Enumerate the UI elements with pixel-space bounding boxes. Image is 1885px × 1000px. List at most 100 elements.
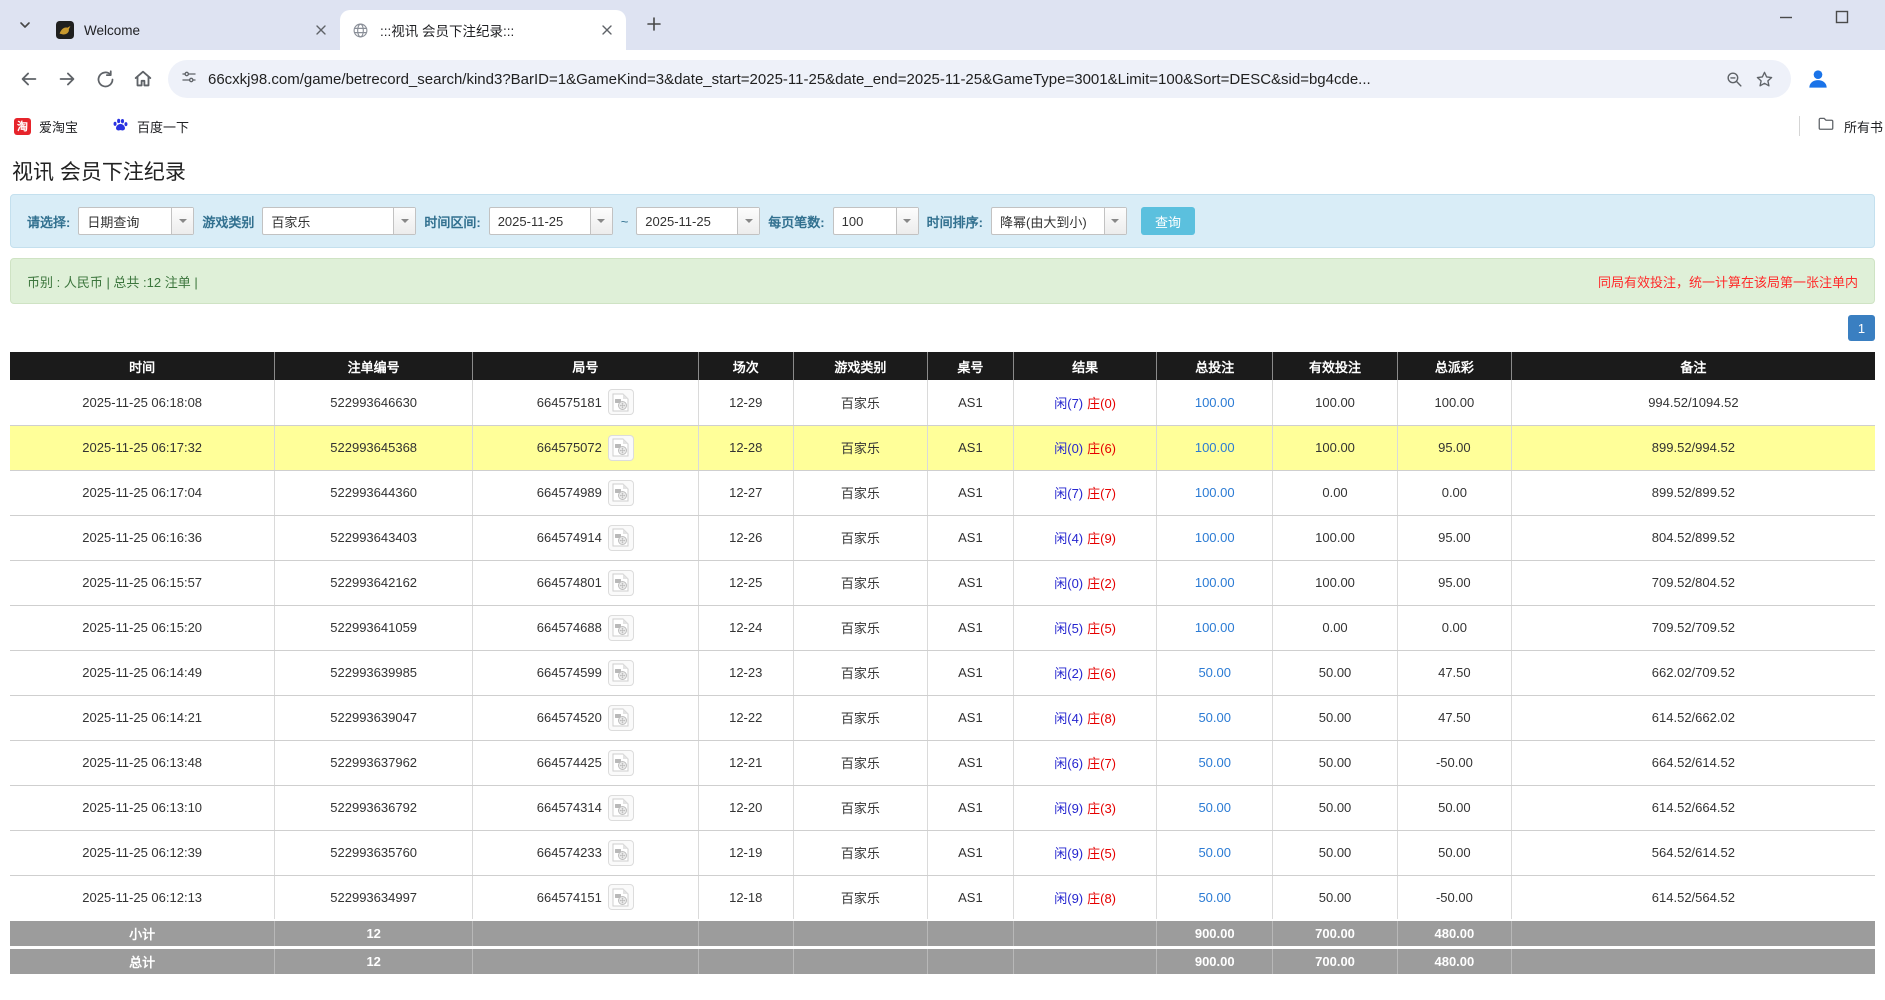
cell-game: 百家乐 bbox=[793, 740, 927, 785]
chevron-down-icon[interactable] bbox=[737, 208, 759, 234]
chevron-down-icon[interactable] bbox=[171, 208, 193, 234]
table-row: 2025-11-25 06:15:20522993641059664574688… bbox=[10, 605, 1875, 650]
chevron-down-icon[interactable] bbox=[393, 208, 415, 234]
query-type-select[interactable]: 日期查询 bbox=[78, 207, 194, 235]
video-replay-icon[interactable] bbox=[608, 480, 634, 506]
total-bet-link[interactable]: 100.00 bbox=[1195, 575, 1235, 590]
game-kind-select[interactable]: 百家乐 bbox=[262, 207, 416, 235]
folder-icon bbox=[1817, 115, 1835, 138]
maximize-button[interactable] bbox=[1835, 10, 1849, 29]
video-replay-icon[interactable] bbox=[608, 570, 634, 596]
video-replay-icon[interactable] bbox=[608, 435, 634, 461]
total-bet-link[interactable]: 100.00 bbox=[1195, 440, 1235, 455]
summary-empty-cell bbox=[698, 920, 793, 947]
close-icon[interactable] bbox=[598, 21, 616, 39]
all-bookmarks[interactable]: 所有书 bbox=[1799, 108, 1885, 144]
cell-bet-id: 522993644360 bbox=[275, 470, 473, 515]
total-bet-link[interactable]: 50.00 bbox=[1198, 845, 1231, 860]
video-replay-icon[interactable] bbox=[608, 389, 634, 415]
total-bet-link[interactable]: 100.00 bbox=[1195, 485, 1235, 500]
total-bet-link[interactable]: 50.00 bbox=[1198, 800, 1231, 815]
total-bet-link[interactable]: 50.00 bbox=[1198, 890, 1231, 905]
cell-result: 闲(7)庄(7) bbox=[1013, 470, 1157, 515]
url-text[interactable]: 66cxkj98.com/game/betrecord_search/kind3… bbox=[208, 71, 1719, 88]
bookmark-baidu[interactable]: 百度一下 bbox=[112, 117, 189, 136]
cell-time: 2025-11-25 06:16:36 bbox=[10, 515, 275, 560]
video-replay-icon[interactable] bbox=[608, 705, 634, 731]
tab-search-button[interactable] bbox=[10, 12, 40, 42]
player-result: 闲(7) bbox=[1054, 396, 1083, 411]
cell-round-id: 664574599 bbox=[473, 650, 699, 695]
chevron-down-icon[interactable] bbox=[1104, 208, 1126, 234]
cell-bet-id: 522993634997 bbox=[275, 875, 473, 920]
cell-total-bet: 50.00 bbox=[1157, 785, 1273, 830]
cell-total-bet: 50.00 bbox=[1157, 875, 1273, 920]
cell-total-bet: 100.00 bbox=[1157, 470, 1273, 515]
window-controls bbox=[1779, 10, 1849, 29]
summary-empty-cell bbox=[473, 947, 699, 974]
banker-result: 庄(2) bbox=[1087, 576, 1116, 591]
tab-betrecord[interactable]: :::视讯 会员下注纪录::: bbox=[340, 10, 626, 50]
chevron-down-icon[interactable] bbox=[590, 208, 612, 234]
date-start-select[interactable]: 2025-11-25 bbox=[489, 207, 613, 235]
back-button[interactable] bbox=[10, 60, 48, 98]
forward-button[interactable] bbox=[48, 60, 86, 98]
zoom-icon[interactable] bbox=[1719, 64, 1749, 94]
cell-remark: 804.52/899.52 bbox=[1511, 515, 1875, 560]
close-icon[interactable] bbox=[312, 21, 330, 39]
total-bet-link[interactable]: 50.00 bbox=[1198, 710, 1231, 725]
date-end-select[interactable]: 2025-11-25 bbox=[636, 207, 760, 235]
cell-bet-id: 522993642162 bbox=[275, 560, 473, 605]
cell-valid-bet: 100.00 bbox=[1273, 425, 1398, 470]
summary-count: 12 bbox=[275, 920, 473, 947]
video-replay-icon[interactable] bbox=[608, 525, 634, 551]
per-page-select[interactable]: 100 bbox=[833, 207, 919, 235]
currency-total-text: 币别 : 人民币 | 总共 :12 注单 | bbox=[27, 272, 198, 291]
total-bet-link[interactable]: 100.00 bbox=[1195, 530, 1235, 545]
video-replay-icon[interactable] bbox=[608, 884, 634, 910]
sort-select[interactable]: 降幂(由大到小) bbox=[991, 207, 1127, 235]
cell-game: 百家乐 bbox=[793, 605, 927, 650]
player-result: 闲(2) bbox=[1054, 666, 1083, 681]
cell-time: 2025-11-25 06:18:08 bbox=[10, 380, 275, 425]
cell-result: 闲(2)庄(6) bbox=[1013, 650, 1157, 695]
search-button[interactable]: 查询 bbox=[1141, 207, 1195, 235]
chevron-down-icon[interactable] bbox=[896, 208, 918, 234]
cell-valid-bet: 100.00 bbox=[1273, 515, 1398, 560]
cell-session: 12-19 bbox=[698, 830, 793, 875]
cell-result: 闲(9)庄(5) bbox=[1013, 830, 1157, 875]
cell-valid-bet: 50.00 bbox=[1273, 650, 1398, 695]
total-bet-link[interactable]: 100.00 bbox=[1195, 620, 1235, 635]
round-number: 664574520 bbox=[537, 710, 602, 725]
column-header: 备注 bbox=[1511, 352, 1875, 380]
bookmark-star-icon[interactable] bbox=[1749, 64, 1779, 94]
total-bet-link[interactable]: 100.00 bbox=[1195, 395, 1235, 410]
round-number: 664575181 bbox=[537, 395, 602, 410]
summary-valid-bet: 700.00 bbox=[1273, 920, 1398, 947]
video-replay-icon[interactable] bbox=[608, 660, 634, 686]
cell-session: 12-24 bbox=[698, 605, 793, 650]
video-replay-icon[interactable] bbox=[608, 750, 634, 776]
minimize-button[interactable] bbox=[1779, 10, 1793, 29]
tilde-separator: ~ bbox=[621, 214, 629, 229]
cell-round-id: 664574233 bbox=[473, 830, 699, 875]
site-settings-icon[interactable] bbox=[180, 68, 198, 91]
video-replay-icon[interactable] bbox=[608, 840, 634, 866]
video-replay-icon[interactable] bbox=[608, 615, 634, 641]
profile-avatar[interactable] bbox=[1801, 62, 1835, 96]
home-button[interactable] bbox=[124, 60, 162, 98]
globe-icon bbox=[352, 21, 370, 39]
reload-button[interactable] bbox=[86, 60, 124, 98]
total-bet-link[interactable]: 50.00 bbox=[1198, 665, 1231, 680]
tab-welcome[interactable]: Welcome bbox=[44, 10, 340, 50]
address-bar[interactable]: 66cxkj98.com/game/betrecord_search/kind3… bbox=[168, 60, 1791, 98]
bookmark-taobao[interactable]: 淘 爱淘宝 bbox=[14, 117, 78, 136]
column-header: 时间 bbox=[10, 352, 275, 380]
page-1-button[interactable]: 1 bbox=[1848, 315, 1875, 341]
new-tab-button[interactable] bbox=[640, 12, 668, 40]
cell-round-id: 664574688 bbox=[473, 605, 699, 650]
video-replay-icon[interactable] bbox=[608, 795, 634, 821]
cell-total-bet: 50.00 bbox=[1157, 695, 1273, 740]
cell-time: 2025-11-25 06:15:20 bbox=[10, 605, 275, 650]
total-bet-link[interactable]: 50.00 bbox=[1198, 755, 1231, 770]
